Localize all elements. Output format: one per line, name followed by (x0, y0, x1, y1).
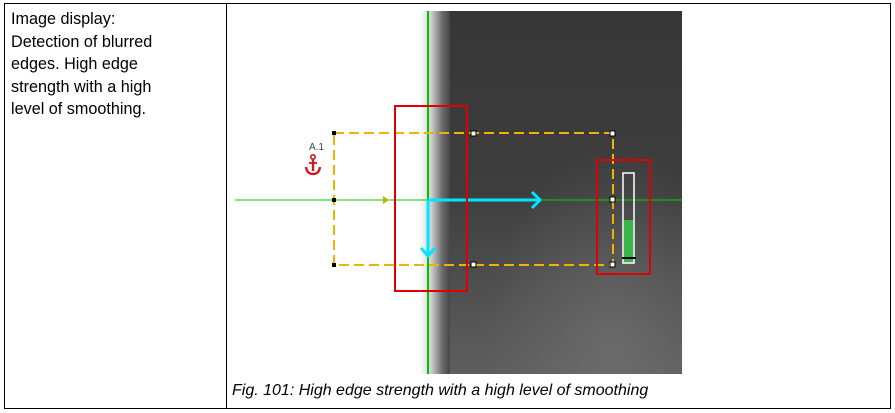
roi-handle[interactable] (470, 130, 477, 137)
roi-handle[interactable] (609, 261, 616, 268)
roi-handle[interactable] (609, 130, 616, 137)
edge-detection-image: A.1 (230, 11, 682, 374)
description-line: edges. High edge (11, 55, 138, 74)
roi-handle[interactable] (609, 196, 616, 203)
roi-handle[interactable] (332, 263, 336, 267)
roi-handle[interactable] (332, 198, 336, 202)
figure-image-display: A.1 (230, 11, 682, 374)
dark-region-haze (450, 11, 682, 374)
description-cell: Image display: Detection of blurred edge… (11, 8, 219, 121)
description-line: Image display: (11, 10, 116, 28)
description-line: strength with a high (11, 77, 152, 96)
description-line: Detection of blurred (11, 32, 153, 51)
blurred-edge-region (420, 11, 452, 374)
roi-handle[interactable] (332, 131, 336, 135)
bright-region (230, 11, 420, 374)
roi-handle[interactable] (470, 261, 477, 268)
description-line: level of smoothing. (11, 100, 146, 119)
column-divider (226, 4, 227, 408)
edge-strength-bar-fill (624, 220, 633, 262)
figure-caption: Fig. 101: High edge strength with a high… (232, 382, 649, 399)
anchor-label: A.1 (309, 142, 324, 153)
